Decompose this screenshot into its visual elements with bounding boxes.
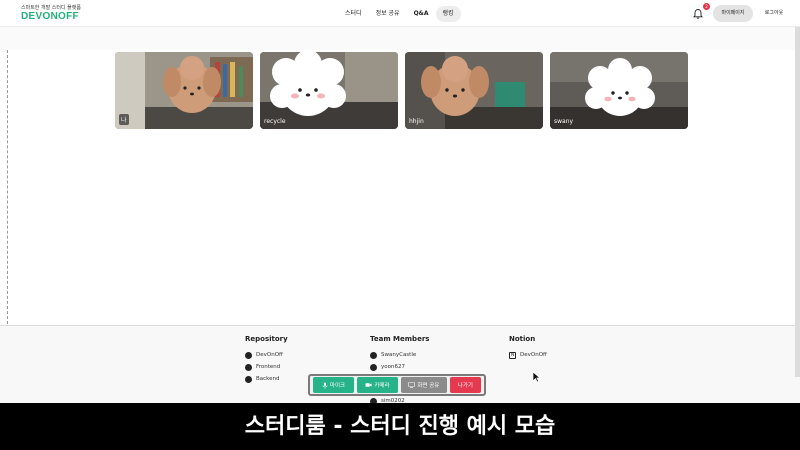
logout-button[interactable]: 로그아웃 (758, 5, 790, 22)
github-icon (370, 363, 377, 371)
video-grid: 나 recycle hhjin swany (115, 52, 688, 129)
footer-notion: Notion N DevOnOff (509, 335, 547, 361)
video-tile[interactable]: recycle (260, 52, 398, 129)
participant-name: 나 (119, 114, 129, 125)
footer-repository: Repository DevOnOff Frontend Backend (245, 335, 288, 385)
footer-link-label: yoon627 (381, 364, 405, 370)
participant-name: swany (554, 118, 574, 125)
room-controls: 마이크 카메라 화면 공유 나가기 (308, 374, 486, 396)
footer-link-label: Backend (256, 376, 280, 382)
github-icon (245, 363, 252, 371)
footer-link[interactable]: sim0202 (370, 395, 429, 403)
brown-dog-icon (163, 56, 221, 113)
notion-icon: N (509, 351, 516, 359)
logo-tagline: 스마트한 개발 스터디 플랫폼 (21, 5, 81, 11)
white-dog-icon (270, 52, 346, 116)
footer-link-label: DevOnOff (520, 352, 547, 358)
participant-name: recycle (264, 118, 286, 125)
camera-button[interactable]: 카메라 (356, 377, 398, 393)
nav-info-share[interactable]: 정보 공유 (369, 6, 407, 22)
footer-link-label: Frontend (256, 364, 281, 370)
spacer-band (0, 27, 800, 50)
video-tile[interactable]: swany (550, 52, 688, 129)
github-icon (245, 375, 252, 383)
footer-link[interactable]: yoon627 (370, 361, 429, 373)
camera-label: 카메라 (374, 383, 390, 389)
nav-ranking[interactable]: 랭킹 (435, 6, 461, 22)
footer-link[interactable]: Backend (245, 373, 288, 385)
screen-share-label: 화면 공유 (417, 383, 440, 389)
footer-link[interactable]: Frontend (245, 361, 288, 373)
mypage-button[interactable]: 마이페이지 (713, 5, 753, 22)
bell-icon[interactable] (692, 8, 704, 20)
footer-repository-title: Repository (245, 335, 288, 343)
footer-link[interactable]: SwanyCastle (370, 349, 429, 361)
footer-team-title: Team Members (370, 335, 430, 343)
footer-link[interactable]: N DevOnOff (509, 349, 547, 361)
top-header: 스마트한 개발 스터디 플랫폼 DEVONOFF 스터디 정보 공유 Q&A 랭… (0, 0, 800, 27)
nav-qna[interactable]: Q&A (407, 6, 436, 22)
mouse-cursor-icon (532, 371, 541, 383)
brown-dog-icon (421, 56, 489, 116)
footer-notion-title: Notion (509, 335, 536, 343)
main-nav: 스터디 정보 공유 Q&A 랭킹 (338, 6, 461, 22)
footer-link[interactable]: DevOnOff (245, 349, 288, 361)
video-caption: 스터디룸 - 스터디 진행 예시 모습 (0, 403, 800, 450)
mic-icon (322, 382, 328, 389)
study-room-page: 스마트한 개발 스터디 플랫폼 DEVONOFF 스터디 정보 공유 Q&A 랭… (0, 0, 800, 403)
white-dog-icon (585, 58, 655, 116)
camera-icon (365, 383, 372, 387)
video-tile[interactable]: 나 (115, 52, 253, 129)
logo[interactable]: 스마트한 개발 스터디 플랫폼 DEVONOFF (21, 4, 81, 22)
monitor-icon (408, 382, 416, 388)
notification-badge: 2 (703, 3, 710, 10)
logo-text: DEVONOFF (21, 11, 79, 22)
page-scrollbar[interactable] (795, 27, 800, 377)
github-icon (370, 351, 377, 359)
github-icon (245, 351, 252, 359)
mic-button[interactable]: 마이크 (313, 377, 354, 393)
mic-label: 마이크 (329, 383, 346, 389)
footer-link-label: DevOnOff (256, 352, 283, 358)
participant-name: hhjin (409, 118, 424, 125)
screen-share-button[interactable]: 화면 공유 (400, 377, 447, 393)
footer-link-label: SwanyCastle (381, 352, 417, 358)
video-tile[interactable]: hhjin (405, 52, 543, 129)
leave-button[interactable]: 나가기 (449, 377, 481, 393)
nav-study[interactable]: 스터디 (338, 6, 369, 22)
